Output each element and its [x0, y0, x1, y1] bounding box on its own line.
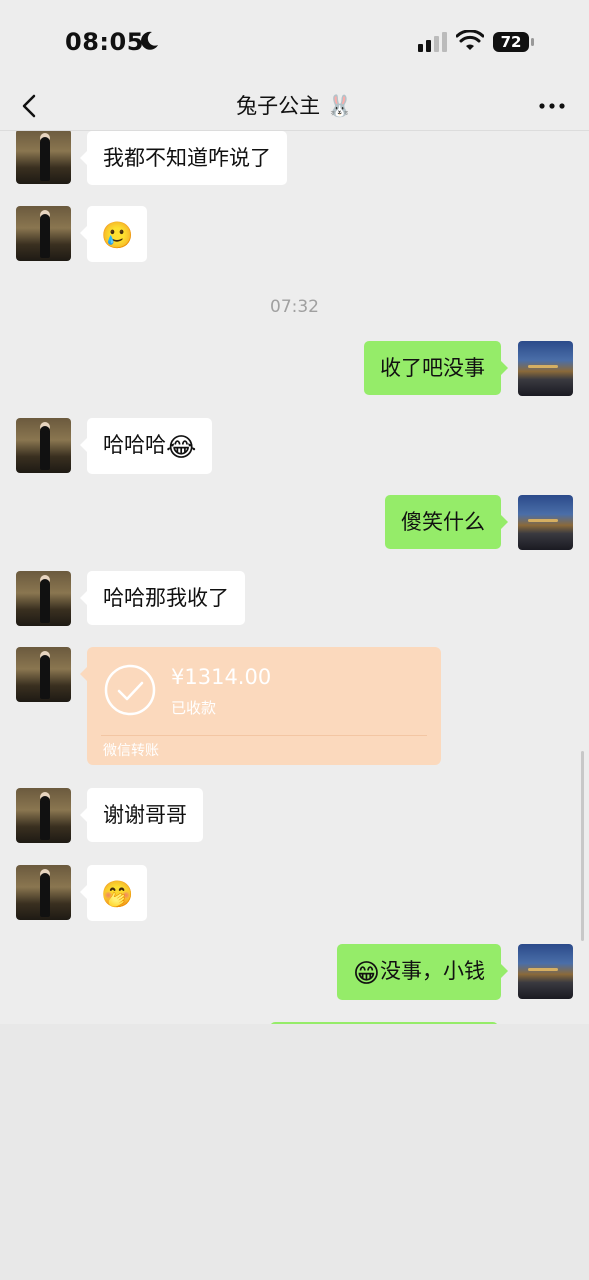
- contact-avatar[interactable]: [16, 418, 71, 473]
- contact-avatar[interactable]: [16, 865, 71, 920]
- chat-header: 兔子公主 🐰: [0, 80, 589, 131]
- message-timestamp: 07:32: [270, 297, 319, 317]
- message-bubble[interactable]: 哈哈哈😂: [79, 418, 213, 474]
- smiling-tear-emoji-icon: 🥲: [101, 221, 134, 251]
- message-bubble[interactable]: 我都不知道咋说了: [80, 131, 287, 185]
- message-bubble[interactable]: 收了吧没事: [364, 341, 508, 395]
- contact-avatar[interactable]: [16, 788, 71, 843]
- empty-area: [0, 1024, 589, 1280]
- message-bubble[interactable]: 😁没事，小钱: [336, 944, 509, 1000]
- message-bubble[interactable]: 🤭: [79, 865, 148, 921]
- message-text: 傻笑什么: [401, 510, 485, 534]
- message-text: 收了吧没事: [380, 356, 485, 380]
- card-divider: [101, 735, 427, 736]
- more-options-icon[interactable]: [532, 92, 572, 120]
- moon-icon: [141, 31, 158, 50]
- my-avatar[interactable]: [518, 341, 573, 396]
- transfer-status: 已收款: [171, 699, 217, 717]
- transfer-card[interactable]: ¥1314.00 已收款 微信转账: [80, 647, 441, 765]
- transfer-label: 微信转账: [103, 743, 159, 759]
- battery-level: 72: [493, 32, 529, 52]
- tears-of-joy-emoji-icon: 😂: [166, 433, 197, 463]
- message-list[interactable]: 我都不知道咋说了 🥲 07:32 收了吧没事 哈哈哈😂 傻笑什么 哈哈那我收了 …: [0, 131, 589, 1024]
- contact-avatar[interactable]: [16, 131, 71, 184]
- my-avatar[interactable]: [518, 495, 573, 550]
- wifi-icon: [456, 30, 484, 50]
- contact-avatar[interactable]: [16, 647, 71, 702]
- status-bar: 08:05 72: [0, 0, 589, 80]
- message-text: 谢谢哥哥: [103, 803, 187, 827]
- message-text: 哈哈哈: [103, 433, 166, 457]
- contact-avatar[interactable]: [16, 571, 71, 626]
- grinning-emoji-icon: 😁: [352, 959, 380, 989]
- hand-over-mouth-emoji-icon: 🤭: [101, 880, 134, 910]
- check-circle-icon: [104, 664, 156, 716]
- my-avatar[interactable]: [518, 944, 573, 999]
- message-text: 没事，小钱: [380, 959, 485, 983]
- message-bubble[interactable]: 谢谢哥哥: [80, 788, 203, 842]
- battery-indicator: 72: [493, 32, 535, 52]
- status-time: 08:05: [65, 28, 144, 56]
- message-text: 哈哈那我收了: [103, 586, 229, 610]
- message-bubble[interactable]: 哈哈那我收了: [80, 571, 245, 625]
- chat-title[interactable]: 兔子公主 🐰: [0, 90, 589, 120]
- transfer-amount: ¥1314.00: [171, 665, 272, 689]
- cellular-signal-icon: [418, 32, 447, 52]
- contact-avatar[interactable]: [16, 206, 71, 261]
- scrollbar[interactable]: [581, 751, 584, 941]
- contact-name: 兔子公主: [236, 94, 321, 118]
- rabbit-emoji-icon: 🐰: [326, 94, 353, 118]
- message-bubble[interactable]: 🥲: [79, 206, 148, 262]
- message-bubble[interactable]: 傻笑什么: [385, 495, 508, 549]
- message-text: 我都不知道咋说了: [103, 146, 271, 170]
